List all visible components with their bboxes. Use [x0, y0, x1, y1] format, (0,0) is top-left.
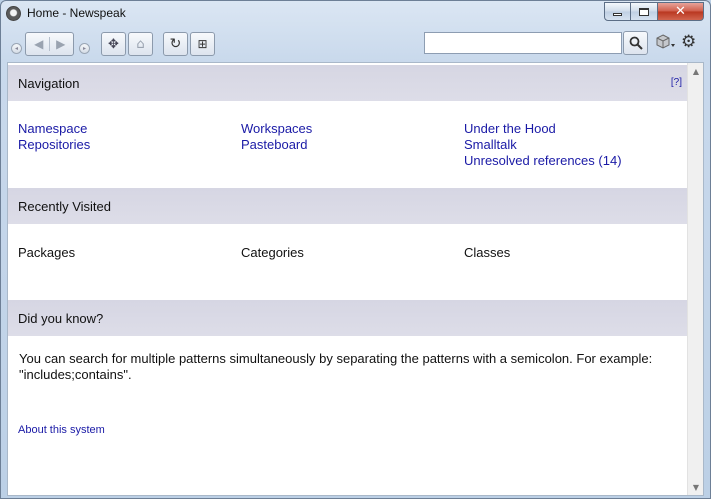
tip-text: You can search for multiple patterns sim…	[19, 351, 653, 382]
toolbar: ◂ ◀ ▶ ▸ ✥ ⌂ ↻ ⊞ ⚙	[1, 27, 710, 61]
minimize-button[interactable]	[604, 2, 631, 21]
page-content: Navigation [?] Namespace Repositories Wo…	[8, 63, 688, 495]
window-title: Home - Newspeak	[27, 6, 126, 20]
refresh-icon: ↻	[169, 36, 182, 52]
recent-categories-label: Categories	[241, 245, 304, 260]
did-you-know-header: Did you know?	[8, 300, 688, 336]
maximize-button[interactable]	[631, 2, 658, 21]
nav-link-pasteboard[interactable]: Pasteboard	[241, 137, 308, 152]
did-you-know-title: Did you know?	[18, 311, 104, 326]
back-forward-group: ◀ ▶	[25, 32, 74, 56]
nav-link-under-the-hood[interactable]: Under the Hood	[464, 121, 556, 136]
recent-packages-label: Packages	[18, 245, 76, 260]
nav-link-smalltalk[interactable]: Smalltalk	[464, 137, 517, 152]
title-bar: Home - Newspeak ✕	[1, 1, 710, 27]
move-button[interactable]: ✥	[101, 32, 126, 56]
new-tab-icon: ⊞	[197, 37, 208, 51]
search-icon	[629, 36, 643, 50]
nav-link-workspaces[interactable]: Workspaces	[241, 121, 312, 136]
vertical-scrollbar[interactable]: ▲ ▼	[687, 63, 703, 495]
gear-icon: ⚙	[681, 32, 697, 52]
window-controls: ✕	[604, 2, 704, 21]
home-icon: ⌂	[136, 36, 145, 52]
search-input[interactable]	[424, 32, 622, 54]
move-icon: ✥	[108, 36, 119, 52]
nav-link-unresolved-references[interactable]: Unresolved references (14)	[464, 153, 622, 168]
close-button[interactable]: ✕	[658, 2, 704, 21]
nav-link-repositories[interactable]: Repositories	[18, 137, 90, 152]
settings-button[interactable]: ⚙	[681, 32, 696, 52]
scroll-up-icon[interactable]: ▲	[688, 63, 703, 79]
minimize-icon	[613, 13, 622, 16]
new-tab-button[interactable]: ⊞	[190, 32, 215, 56]
back-icon[interactable]: ◀	[28, 37, 49, 51]
cube-menu-button[interactable]	[656, 34, 676, 54]
navigation-title: Navigation	[18, 76, 80, 91]
app-logo-icon	[6, 6, 21, 21]
close-icon: ✕	[675, 4, 686, 19]
refresh-button[interactable]: ↻	[163, 32, 188, 56]
forward-icon[interactable]: ▶	[49, 37, 71, 51]
help-link[interactable]: [?]	[671, 77, 682, 88]
history-forward-dot-icon[interactable]: ▸	[79, 43, 90, 54]
maximize-icon	[639, 7, 649, 16]
history-back-dot-icon[interactable]: ◂	[11, 43, 22, 54]
recently-visited-title: Recently Visited	[18, 199, 111, 214]
search-button[interactable]	[623, 31, 648, 55]
browser-window: Home - Newspeak ✕ ◂ ◀ ▶ ▸ ✥ ⌂ ↻ ⊞ ⚙ Navi…	[0, 0, 711, 499]
home-button[interactable]: ⌂	[128, 32, 153, 56]
cube-icon	[656, 34, 675, 49]
scroll-down-icon[interactable]: ▼	[688, 479, 703, 495]
page-viewport: Navigation [?] Namespace Repositories Wo…	[7, 62, 704, 496]
nav-link-namespace[interactable]: Namespace	[18, 121, 87, 136]
navigation-header: Navigation [?]	[8, 65, 688, 101]
about-system-link[interactable]: About this system	[18, 424, 105, 436]
recent-classes-label: Classes	[464, 245, 511, 260]
recently-visited-header: Recently Visited	[8, 188, 688, 224]
